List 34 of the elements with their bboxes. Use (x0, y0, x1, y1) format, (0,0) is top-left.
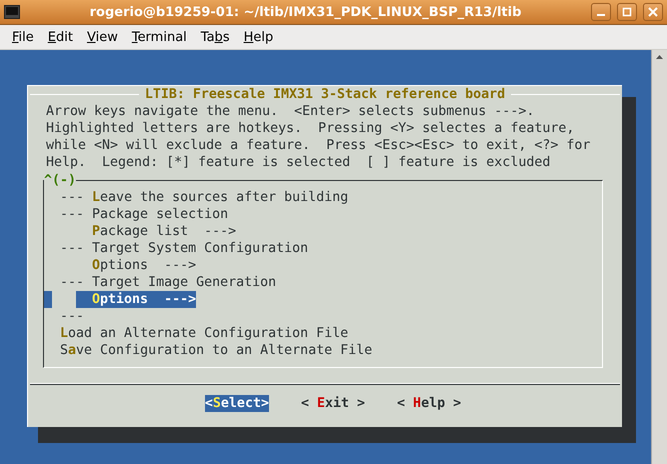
maximize-button[interactable] (617, 3, 637, 21)
menu-item[interactable]: Terminal (126, 28, 193, 46)
help-text: Help. Legend: [*] feature is selected [ ] feature is excluded (45, 154, 552, 171)
terminal-icon (4, 5, 20, 19)
scrollbar[interactable] (651, 50, 667, 464)
menu-item[interactable]: File (6, 28, 40, 46)
window-title: rogerio@b19259-01: ~/ltib/IMX31_PDK_LINUX_BSP_R13/ltib (88, 4, 522, 20)
menu-entry[interactable]: --- Package selection (60, 206, 228, 223)
menu-entry[interactable]: --- (60, 308, 84, 325)
help-text: Highlighted letters are hotkeys. Pressing <Y> selectes a feature, (45, 120, 576, 137)
help-text: Arrow keys navigate the menu. <Enter> selects submenus --->. (45, 103, 536, 120)
menu-entry[interactable]: --- Target System Configuration (60, 240, 308, 257)
menu-item[interactable]: Help (238, 28, 280, 46)
menu-entry[interactable]: --- Target Image Generation (60, 274, 276, 291)
dialog-button[interactable]: < Exit > (300, 395, 366, 412)
menu-entry[interactable]: Save Configuration to an Alternate File (60, 342, 372, 359)
close-button[interactable] (643, 3, 663, 21)
minimize-button[interactable] (591, 3, 611, 21)
scroll-indicator: ^(-) (44, 172, 76, 189)
dialog-button[interactable]: < Help > (397, 395, 462, 412)
maximize-icon (622, 7, 632, 17)
menu-item[interactable]: Edit (42, 28, 79, 46)
minimize-icon (597, 14, 605, 16)
menu-entry[interactable]: Options ---> (76, 257, 196, 274)
menu-item[interactable]: Tabs (194, 28, 236, 46)
menu-entry[interactable]: Load an Alternate Configuration File (60, 325, 348, 342)
menu-entry[interactable]: Options ---> (76, 291, 196, 308)
menu-item[interactable]: View (80, 28, 124, 46)
menu-entry[interactable]: Package list ---> (76, 223, 236, 240)
menu-entry[interactable]: --- Leave the sources after building (60, 189, 348, 206)
help-text: while <N> will exclude a feature. Press <Esc><Esc> to exit, <?> for (45, 137, 592, 154)
close-icon (648, 7, 658, 17)
cursor-block (44, 291, 52, 308)
dialog-button[interactable]: <Select> (204, 395, 269, 412)
